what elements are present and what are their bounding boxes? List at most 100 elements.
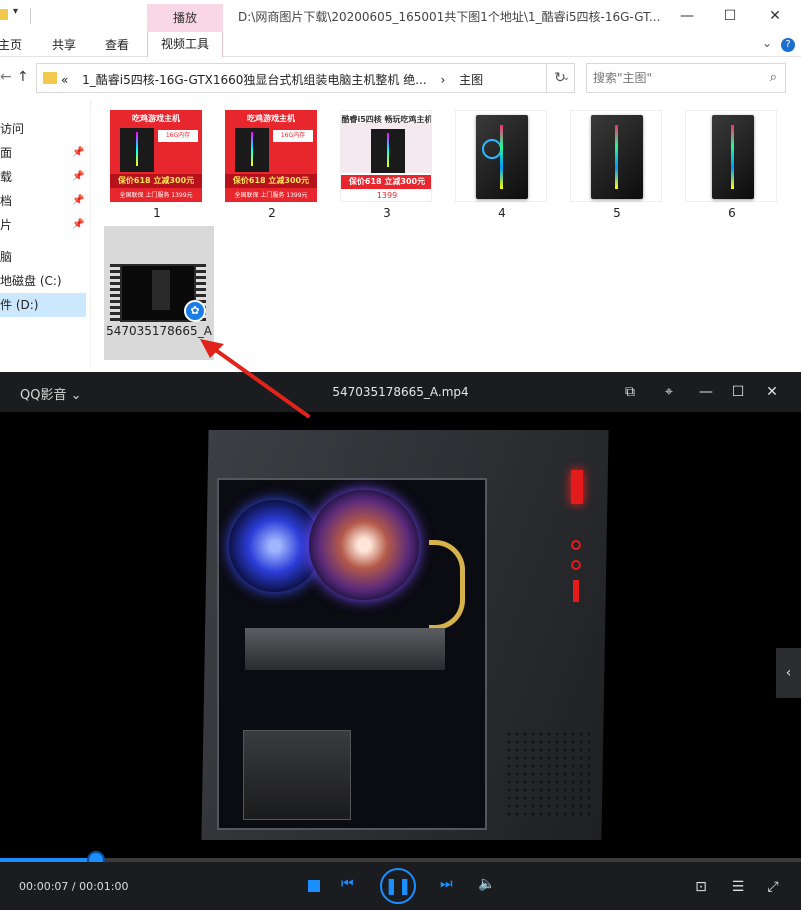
- address-bar[interactable]: « 1_酷睿i5四核-16G-GTX1660独显台式机组装电脑主机整机 绝...…: [36, 63, 570, 93]
- poster-badge: 16G内存: [158, 130, 198, 142]
- search-box[interactable]: ⌕: [586, 63, 786, 93]
- quick-access-dropdown-icon[interactable]: ▾: [13, 6, 18, 17]
- file-name: 6: [728, 206, 736, 220]
- up-arrow-icon[interactable]: ↑: [17, 69, 29, 85]
- rgb-strip: [731, 125, 734, 189]
- pc-image: [235, 128, 269, 172]
- window-title: D:\网商图片下载\20200605_165001共下图1个地址\1_酷睿i5四…: [238, 10, 661, 24]
- next-icon[interactable]: ⏭: [440, 876, 453, 892]
- ribbon-collapse-icon[interactable]: ⌄: [762, 36, 772, 50]
- file-thumbnail: 酷睿i5四核 畅玩吃鸡主机 保价618 立减300元 1399: [340, 110, 432, 202]
- pin-icon: 📌: [72, 147, 85, 158]
- minimize-icon[interactable]: —: [694, 380, 718, 404]
- search-input[interactable]: [593, 70, 753, 86]
- stop-icon[interactable]: [308, 880, 320, 892]
- video-frame[interactable]: ‹: [0, 412, 801, 858]
- sidebar-item-pictures[interactable]: 片 📌: [0, 213, 86, 237]
- sidebar-item-drive-c[interactable]: 地磁盘 (C:): [0, 269, 86, 293]
- navigation-pane: 访问 面 📌 载 📌 档 📌 片 📌 脑 地磁盘 (C:) 件 (D:): [0, 112, 90, 367]
- breadcrumb: « 1_酷睿i5四核-16G-GTX1660独显台式机组装电脑主机整机 绝...…: [61, 71, 493, 88]
- power-cable: [429, 540, 465, 630]
- pane-divider: [90, 100, 91, 368]
- screen: ▾ 播放 D:\网商图片下载\20200605_165001共下图1个地址\1_…: [0, 0, 801, 910]
- breadcrumb-separator[interactable]: ›: [441, 73, 446, 87]
- playlist-toggle-chevron-icon[interactable]: ‹: [776, 648, 801, 698]
- volume-icon[interactable]: 🔈: [478, 876, 495, 892]
- sidebar-item-quick-access[interactable]: 访问: [0, 117, 86, 141]
- sidebar-item-this-pc[interactable]: 脑: [0, 245, 86, 269]
- close-icon[interactable]: ✕: [760, 380, 784, 404]
- breadcrumb-item-current[interactable]: 主图: [459, 71, 483, 88]
- file-item[interactable]: 吃鸡游戏主机 16G内存 保价618 立减300元 全国联保 上门服务 1399…: [217, 100, 327, 224]
- equalizer-icon[interactable]: ☰: [728, 877, 748, 897]
- video-pc-case-image: [201, 430, 609, 850]
- back-arrow-icon[interactable]: ←: [0, 69, 12, 85]
- sidebar-item-drive-d[interactable]: 件 (D:): [0, 293, 86, 317]
- pc-case-image: [591, 115, 643, 199]
- player-titlebar: QQ影音 ⌄ 547035178665_A.mp4 ⧉ ⌖ — ☐ ✕: [0, 372, 801, 412]
- sidebar-item-label: 面: [0, 146, 13, 160]
- tab-home[interactable]: 主页: [0, 36, 22, 53]
- sidebar-item-label: 访问: [0, 122, 25, 136]
- pin-on-top-icon[interactable]: ⌖: [657, 380, 681, 404]
- file-name: 1: [153, 206, 161, 220]
- qq-player-icon: ✿: [184, 300, 206, 322]
- previous-icon[interactable]: ⏮: [341, 876, 354, 892]
- address-bar-row: ← ↑ « 1_酷睿i5四核-16G-GTX1660独显台式机组装电脑主机整机 …: [0, 57, 801, 99]
- time-display: 00:00:07 / 00:01:00: [19, 880, 129, 893]
- poster-footer: 全国联保 上门服务 1399元: [234, 192, 308, 199]
- tab-video-tools[interactable]: 视频工具: [147, 32, 223, 57]
- breadcrumb-overflow[interactable]: «: [61, 73, 68, 87]
- qq-player-window: QQ影音 ⌄ 547035178665_A.mp4 ⧉ ⌖ — ☐ ✕ ‹ 00…: [0, 372, 801, 910]
- video-settings-icon[interactable]: ⊡: [691, 877, 711, 897]
- poster-price: 保价618 立减300元: [225, 174, 317, 188]
- refresh-button[interactable]: ↻: [546, 63, 575, 93]
- file-item[interactable]: 4: [447, 100, 557, 224]
- sidebar-item-label: 档: [0, 194, 13, 208]
- sidebar-item-desktop[interactable]: 面 📌: [0, 141, 86, 165]
- pause-button[interactable]: ❚❚: [380, 868, 416, 904]
- poster-image: 酷睿i5四核 畅玩吃鸡主机 保价618 立减300元 1399: [340, 110, 432, 202]
- file-item-video[interactable]: ✿ 547035178665_A: [104, 226, 214, 360]
- folder-icon: [0, 9, 8, 20]
- tab-view[interactable]: 查看: [105, 36, 129, 53]
- fullscreen-icon[interactable]: ⤢: [763, 877, 783, 897]
- poster-image: 吃鸡游戏主机 16G内存 保价618 立减300元 全国联保 上门服务 1399…: [225, 110, 317, 202]
- file-list: 吃鸡游戏主机 16G内存 保价618 立减300元 全国联保 上门服务 1399…: [100, 100, 801, 370]
- file-item[interactable]: 吃鸡游戏主机 16G内存 保价618 立减300元 全国联保 上门服务 1399…: [102, 100, 212, 224]
- fan-image: [482, 139, 502, 159]
- rgb-strip: [500, 125, 503, 189]
- sidebar-item-documents[interactable]: 档 📌: [0, 189, 86, 213]
- help-icon[interactable]: ?: [781, 38, 795, 52]
- tab-share[interactable]: 共享: [52, 36, 76, 53]
- sidebar-item-downloads[interactable]: 载 📌: [0, 165, 86, 189]
- file-thumbnail: [685, 110, 777, 202]
- file-item[interactable]: 5: [562, 100, 672, 224]
- maximize-icon[interactable]: ☐: [716, 4, 744, 28]
- poster-image: 吃鸡游戏主机 16G内存 保价618 立减300元 全国联保 上门服务 1399…: [110, 110, 202, 202]
- file-thumbnail: 吃鸡游戏主机 16G内存 保价618 立减300元 全国联保 上门服务 1399…: [225, 110, 317, 202]
- close-icon[interactable]: ✕: [761, 4, 789, 28]
- pc-side-window: [217, 478, 487, 830]
- file-name: 547035178665_A: [106, 324, 212, 338]
- sidebar-item-label: 脑: [0, 250, 13, 264]
- cpu-cooler: [309, 490, 419, 600]
- film-strip: [110, 264, 120, 322]
- sidebar-item-label: 片: [0, 218, 13, 232]
- file-item[interactable]: 6: [677, 100, 787, 224]
- folder-icon: [43, 72, 57, 84]
- file-item[interactable]: 酷睿i5四核 畅玩吃鸡主机 保价618 立减300元 1399 3: [332, 100, 442, 224]
- breadcrumb-item-parent[interactable]: 1_酷睿i5四核-16G-GTX1660独显台式机组装电脑主机整机 绝...: [82, 71, 427, 88]
- search-icon[interactable]: ⌕: [770, 70, 777, 85]
- minimize-icon[interactable]: —: [673, 4, 701, 28]
- screenshot-icon[interactable]: ⧉: [618, 380, 642, 404]
- maximize-icon[interactable]: ☐: [726, 380, 750, 404]
- file-name: 4: [498, 206, 506, 220]
- pin-icon: 📌: [72, 171, 85, 182]
- sidebar-item-label: 载: [0, 170, 13, 184]
- graphics-card: [245, 628, 445, 670]
- power-supply: [243, 730, 351, 820]
- pin-icon: 📌: [72, 219, 85, 230]
- poster-footer: 全国联保 上门服务 1399元: [119, 192, 193, 199]
- file-thumbnail: [570, 110, 662, 202]
